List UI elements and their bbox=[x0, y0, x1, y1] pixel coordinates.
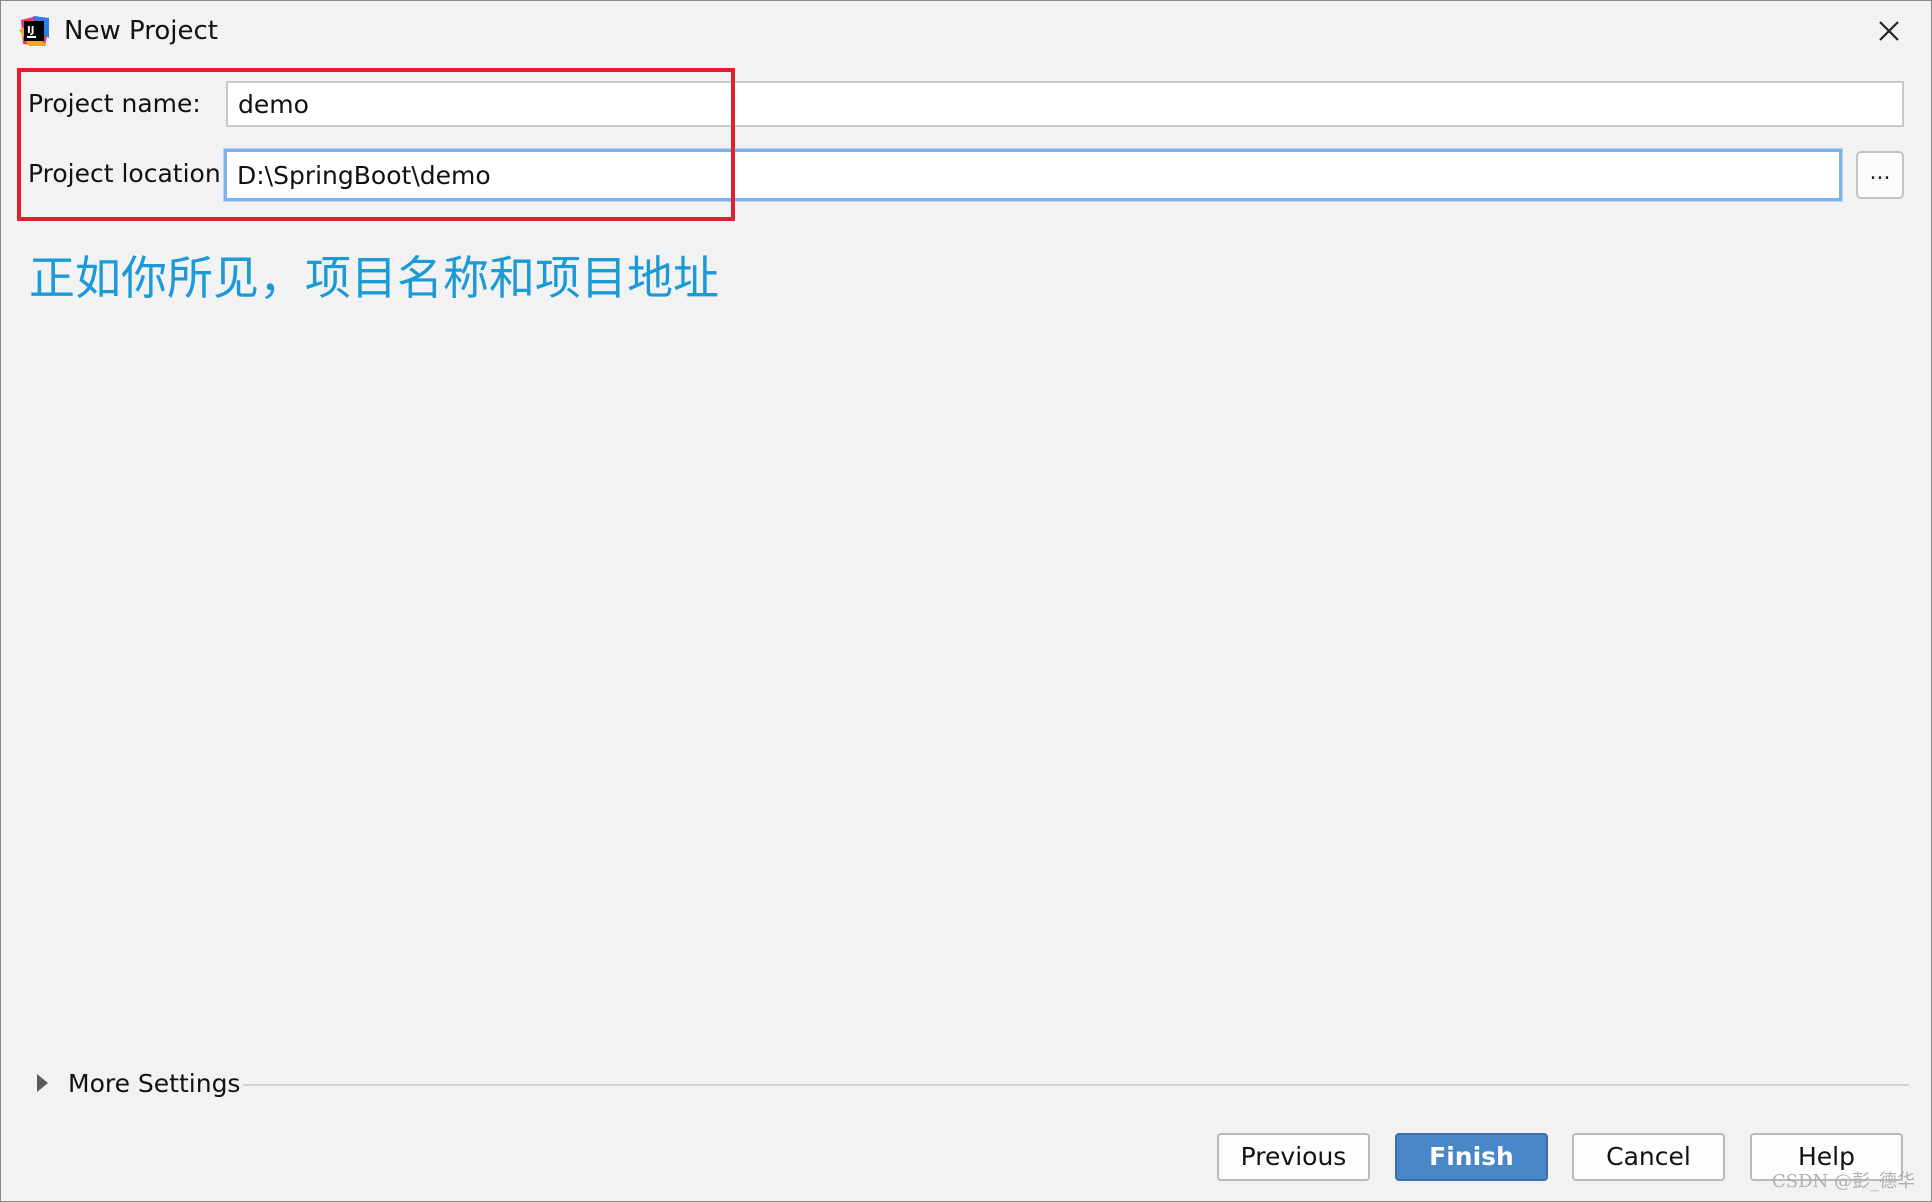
svg-text:IJ: IJ bbox=[27, 25, 34, 36]
finish-button[interactable]: Finish bbox=[1395, 1133, 1548, 1181]
annotation-highlight-box bbox=[17, 68, 735, 221]
new-project-dialog: IJ New Project Project name: Project loc… bbox=[0, 0, 1932, 1202]
expand-arrow-icon[interactable] bbox=[37, 1074, 48, 1092]
watermark: CSDN @彭_德华 bbox=[1771, 1171, 1915, 1192]
close-button[interactable] bbox=[1869, 11, 1909, 51]
intellij-idea-icon: IJ bbox=[19, 16, 49, 46]
cancel-button[interactable]: Cancel bbox=[1572, 1133, 1725, 1181]
more-settings-separator bbox=[243, 1084, 1909, 1086]
previous-button[interactable]: Previous bbox=[1217, 1133, 1370, 1181]
more-settings-label[interactable]: More Settings bbox=[68, 1069, 240, 1098]
browse-location-button[interactable]: ... bbox=[1856, 151, 1904, 199]
close-icon[interactable] bbox=[1877, 19, 1901, 43]
window-title: New Project bbox=[64, 16, 218, 46]
title-bar: IJ New Project bbox=[1, 1, 1931, 61]
more-settings-toggle[interactable]: More Settings bbox=[37, 1066, 240, 1100]
annotation-text: 正如你所见，项目名称和项目地址 bbox=[29, 251, 719, 305]
